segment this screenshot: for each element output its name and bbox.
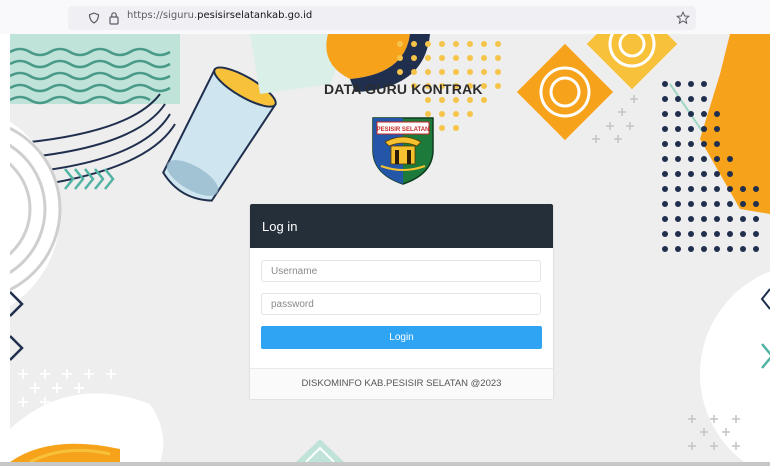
- window-bottom-edge: [0, 462, 770, 466]
- login-card-footer: DISKOMINFO KAB.PESISIR SELATAN @2023: [250, 368, 553, 399]
- bookmark-star-icon[interactable]: [676, 11, 690, 25]
- browser-toolbar: https://siguru.pesisirselatankab.go.id: [0, 0, 770, 34]
- login-title: Log in: [262, 219, 298, 234]
- pesisir-selatan-emblem-logo: PESISIR SELATAN: [372, 117, 434, 185]
- footer-copyright: DISKOMINFO KAB.PESISIR SELATAN @2023: [301, 378, 502, 389]
- lock-icon[interactable]: [108, 11, 120, 25]
- login-page: DATA GURU KONTRAK PESISIR SELATAN Log in…: [10, 34, 770, 462]
- emblem-text: PESISIR SELATAN: [377, 127, 430, 133]
- login-card-header: Log in: [250, 204, 553, 248]
- login-button[interactable]: Login: [261, 326, 542, 349]
- url-text[interactable]: https://siguru.pesisirselatankab.go.id: [127, 10, 312, 21]
- tracking-shield-icon[interactable]: [88, 12, 100, 24]
- password-input[interactable]: [261, 293, 541, 315]
- url-prefix: https://siguru.: [127, 10, 198, 21]
- login-card: Log in Login DISKOMINFO KAB.PESISIR SELA…: [250, 204, 553, 399]
- url-host: pesisirselatankab.go.id: [197, 10, 313, 21]
- page-title: DATA GURU KONTRAK: [324, 81, 483, 97]
- username-input[interactable]: [261, 260, 541, 282]
